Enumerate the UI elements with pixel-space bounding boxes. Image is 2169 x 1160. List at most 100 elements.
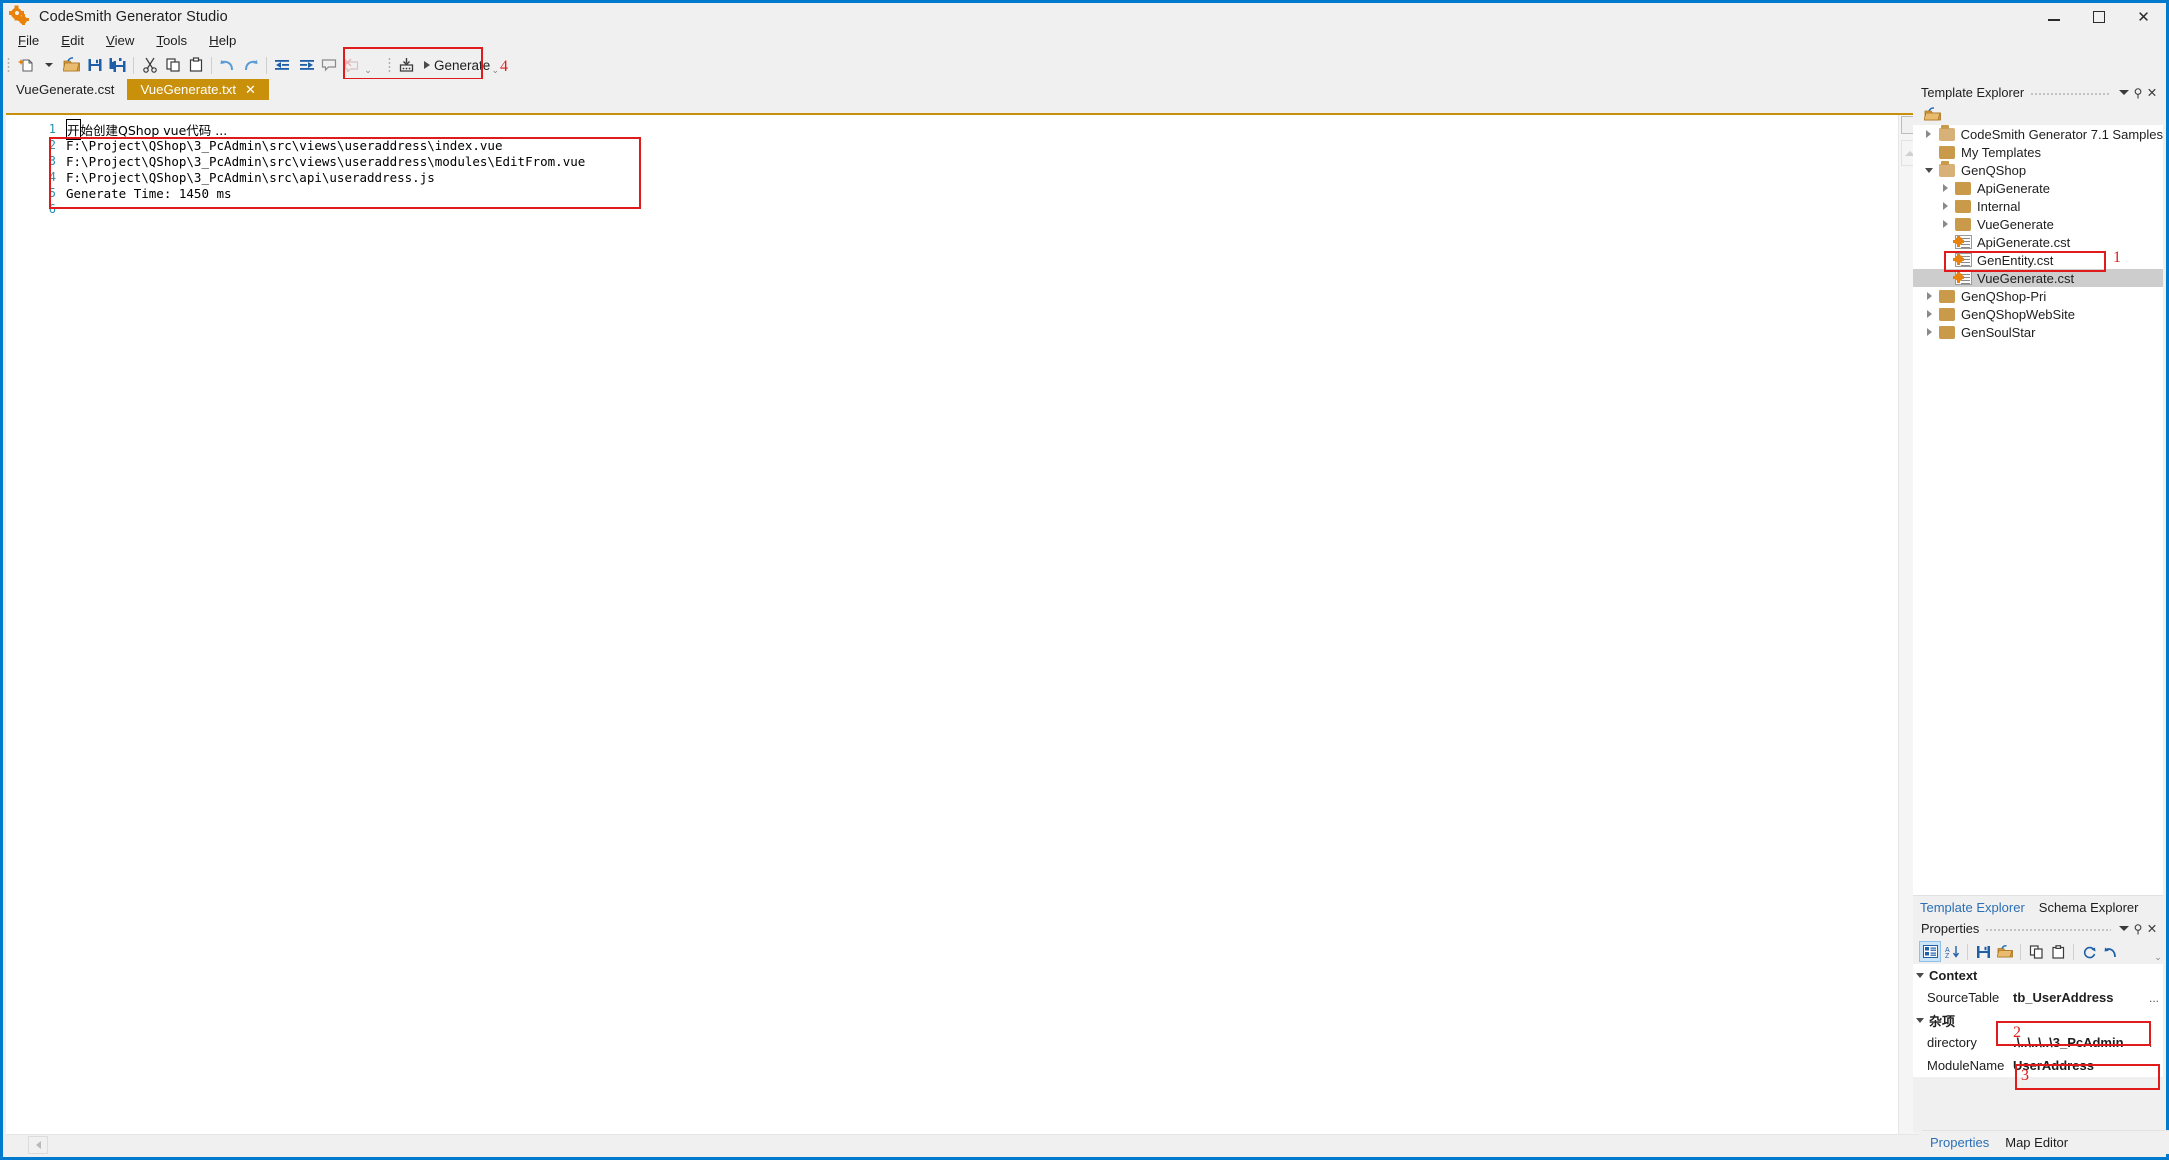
properties-toolbar-overflow-icon[interactable]: ⌄ [2153,941,2163,963]
editor-tab-strip: VueGenerate.cst VueGenerate.txt ✕ [3,79,2166,100]
chevron-right-icon[interactable] [1919,130,1939,138]
comment-icon[interactable] [317,54,340,77]
properties-grid[interactable]: Context SourceTable tb_UserAddress ... 杂… [1913,964,2163,1090]
ellipsis-button[interactable]: . [2149,1036,2163,1050]
chevron-right-icon[interactable] [1919,328,1939,336]
line-number: 5 [48,186,56,200]
outdent-icon[interactable] [271,54,294,77]
undo-icon[interactable] [216,54,239,77]
cst-file-icon [1953,235,1972,249]
menu-edit[interactable]: Edit [50,31,95,50]
menu-tools[interactable]: Tools [145,31,198,50]
cut-icon[interactable] [138,54,161,77]
property-category-context[interactable]: Context [1913,964,2163,986]
right-dock: Template Explorer ⚲ ✕ CodeSmith Generato… [1913,82,2163,1133]
tree-item[interactable]: GenQShopWebSite [1913,305,2163,323]
paste-icon[interactable] [184,54,207,77]
menu-view[interactable]: View [95,31,145,50]
cst-file-icon [1953,271,1972,285]
reset-icon[interactable] [2100,941,2122,962]
new-file-dropdown-arrow-icon[interactable] [37,54,60,77]
maximize-button[interactable] [2076,3,2121,30]
generate-overflow-icon[interactable]: ⌄ [490,54,500,76]
properties-toolbar: A Z ⌄ [1913,939,2163,964]
bottom-tab-strip: Properties Map Editor [1922,1130,2169,1154]
alphabetical-icon[interactable]: A Z [1941,941,1963,962]
tab-map-editor[interactable]: Map Editor [1997,1132,2076,1153]
close-icon[interactable]: ✕ [2145,921,2159,937]
ellipsis-button[interactable]: ... [2149,991,2163,1005]
close-button[interactable]: ✕ [2121,3,2166,30]
explorer-tab-strip: Template Explorer Schema Explorer [1913,895,2163,918]
new-file-icon[interactable] [14,54,37,77]
template-explorer-header: Template Explorer ⚲ ✕ [1913,82,2163,103]
property-value[interactable]: tb_UserAddress [2013,990,2149,1005]
line-text: F:\Project\QShop\3_PcAdmin\src\api\usera… [66,169,435,185]
tree-item[interactable]: CodeSmith Generator 7.1 Samples [1913,125,2163,143]
folder-icon [1955,181,1971,195]
copy-icon[interactable] [2025,941,2047,962]
open-folder-icon[interactable] [1994,941,2016,962]
paste-icon[interactable] [2047,941,2069,962]
tree-item-label: GenEntity.cst [1977,252,2054,268]
chevron-down-icon[interactable] [2117,85,2131,101]
folder-icon [1939,289,1955,303]
tree-item[interactable]: ApiGenerate.cst [1913,233,2163,251]
tab-schema-explorer[interactable]: Schema Explorer [2032,898,2146,917]
copy-icon[interactable] [161,54,184,77]
save-all-icon[interactable] [106,54,129,77]
text-editor[interactable]: 1 开始创建QShop vue代码 ... 2 F:\Project\QShop… [6,115,1919,1137]
categorized-icon[interactable] [1919,941,1941,962]
editor-horizontal-scrollbar[interactable] [6,1134,1919,1154]
menu-file[interactable]: File [7,31,50,50]
toolbar-grip[interactable] [7,56,10,74]
save-icon[interactable] [83,54,106,77]
redo-icon[interactable] [239,54,262,77]
header-dots [2030,89,2111,96]
tree-item-label: Internal [1977,198,2021,214]
folder-icon [1955,199,1971,213]
tree-item[interactable]: My Templates [1913,143,2163,161]
pin-icon[interactable]: ⚲ [2131,85,2145,101]
chevron-right-icon[interactable] [1935,220,1955,228]
save-icon[interactable] [1972,941,1994,962]
tree-item[interactable]: VueGenerate [1913,215,2163,233]
tree-item[interactable]: GenSoulStar [1913,323,2163,341]
template-explorer-toolbar [1913,103,2163,125]
tab-template-explorer[interactable]: Template Explorer [1913,898,2032,917]
line-number: 2 [48,138,56,152]
menu-help[interactable]: Help [198,31,247,50]
chevron-down-icon[interactable] [1919,167,1939,173]
property-row-sourcetable[interactable]: SourceTable tb_UserAddress ... [1913,986,2163,1009]
line-text: Generate Time: 1450 ms [66,185,232,201]
minimize-button[interactable] [2031,3,2076,30]
header-dots [1985,925,2111,932]
tree-item[interactable]: GenEntity.cst [1913,251,2163,269]
tree-item[interactable]: GenQShop-Pri [1913,287,2163,305]
tree-item[interactable]: GenQShop [1913,160,2163,179]
chevron-right-icon[interactable] [1935,202,1955,210]
close-icon[interactable]: ✕ [2145,85,2159,101]
scroll-left-button[interactable] [28,1135,48,1154]
tree-item[interactable]: ApiGenerate [1913,179,2163,197]
title-bar: CodeSmith Generator Studio ✕ [3,3,2166,30]
tree-item[interactable]: Internal [1913,197,2163,215]
tab-vuegenerate-cst[interactable]: VueGenerate.cst [3,79,127,100]
tab-vuegenerate-txt[interactable]: VueGenerate.txt ✕ [127,79,269,100]
chevron-right-icon[interactable] [1935,184,1955,192]
refresh-icon[interactable] [2078,941,2100,962]
open-folder-icon[interactable] [1921,103,1944,126]
chevron-right-icon[interactable] [1919,310,1939,318]
open-folder-icon[interactable] [60,54,83,77]
template-explorer-tree[interactable]: CodeSmith Generator 7.1 Samples My Templa… [1913,125,2163,633]
tree-item[interactable]: VueGenerate.cst [1913,269,2163,287]
line-number: 4 [48,170,56,184]
indent-icon[interactable] [294,54,317,77]
menu-bar: File Edit View Tools Help [3,30,2166,51]
chevron-right-icon[interactable] [1919,292,1939,300]
close-icon[interactable]: ✕ [245,82,256,98]
chevron-down-icon[interactable] [2117,921,2131,937]
tree-empty-space [1913,633,2163,895]
pin-icon[interactable]: ⚲ [2131,921,2145,937]
tab-properties[interactable]: Properties [1922,1132,1997,1153]
